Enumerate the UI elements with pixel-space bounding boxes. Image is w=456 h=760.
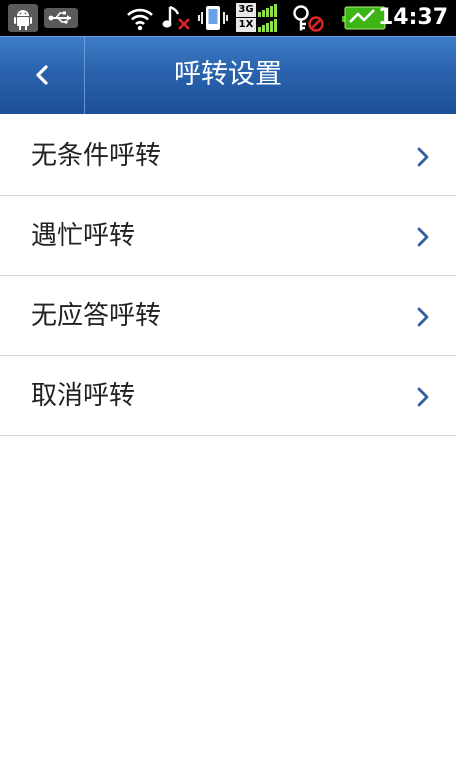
call-forwarding-screen: 3G 1X 14:37 呼转设置 无条件呼转 遇忙呼转 无应答呼转 取消呼转 xyxy=(0,0,456,760)
list-item-label: 无条件呼转 xyxy=(31,141,162,171)
back-button-divider xyxy=(84,36,85,114)
list-item-label: 取消呼转 xyxy=(31,381,136,411)
list-item-cancel-forwarding[interactable]: 取消呼转 xyxy=(0,356,456,436)
usb-icon xyxy=(44,8,78,28)
list-item-busy-forwarding[interactable]: 遇忙呼转 xyxy=(0,196,456,276)
wifi-icon xyxy=(127,8,153,31)
android-icon xyxy=(8,4,38,32)
status-bar: 3G 1X 14:37 xyxy=(0,0,456,36)
chevron-right-icon xyxy=(417,387,429,407)
back-button[interactable] xyxy=(0,36,84,114)
forwarding-options-list: 无条件呼转 遇忙呼转 无应答呼转 取消呼转 xyxy=(0,116,456,436)
list-item-unconditional-forwarding[interactable]: 无条件呼转 xyxy=(0,116,456,196)
vibrate-icon xyxy=(198,6,228,30)
list-item-label: 遇忙呼转 xyxy=(31,221,136,251)
chevron-right-icon xyxy=(417,147,429,167)
chevron-right-icon xyxy=(417,307,429,327)
clock: 14:37 xyxy=(377,5,448,30)
gps-off-icon xyxy=(293,5,324,32)
chevron-left-icon xyxy=(36,65,48,85)
list-item-no-answer-forwarding[interactable]: 无应答呼转 xyxy=(0,276,456,356)
list-item-label: 无应答呼转 xyxy=(31,301,162,331)
network-label-3g: 3G xyxy=(236,3,256,17)
network-label-1x: 1X xyxy=(236,18,256,32)
music-muted-icon xyxy=(162,5,190,30)
title-bar: 呼转设置 xyxy=(0,36,456,114)
signal-icon: 3G 1X xyxy=(236,3,284,33)
chevron-right-icon xyxy=(417,227,429,247)
